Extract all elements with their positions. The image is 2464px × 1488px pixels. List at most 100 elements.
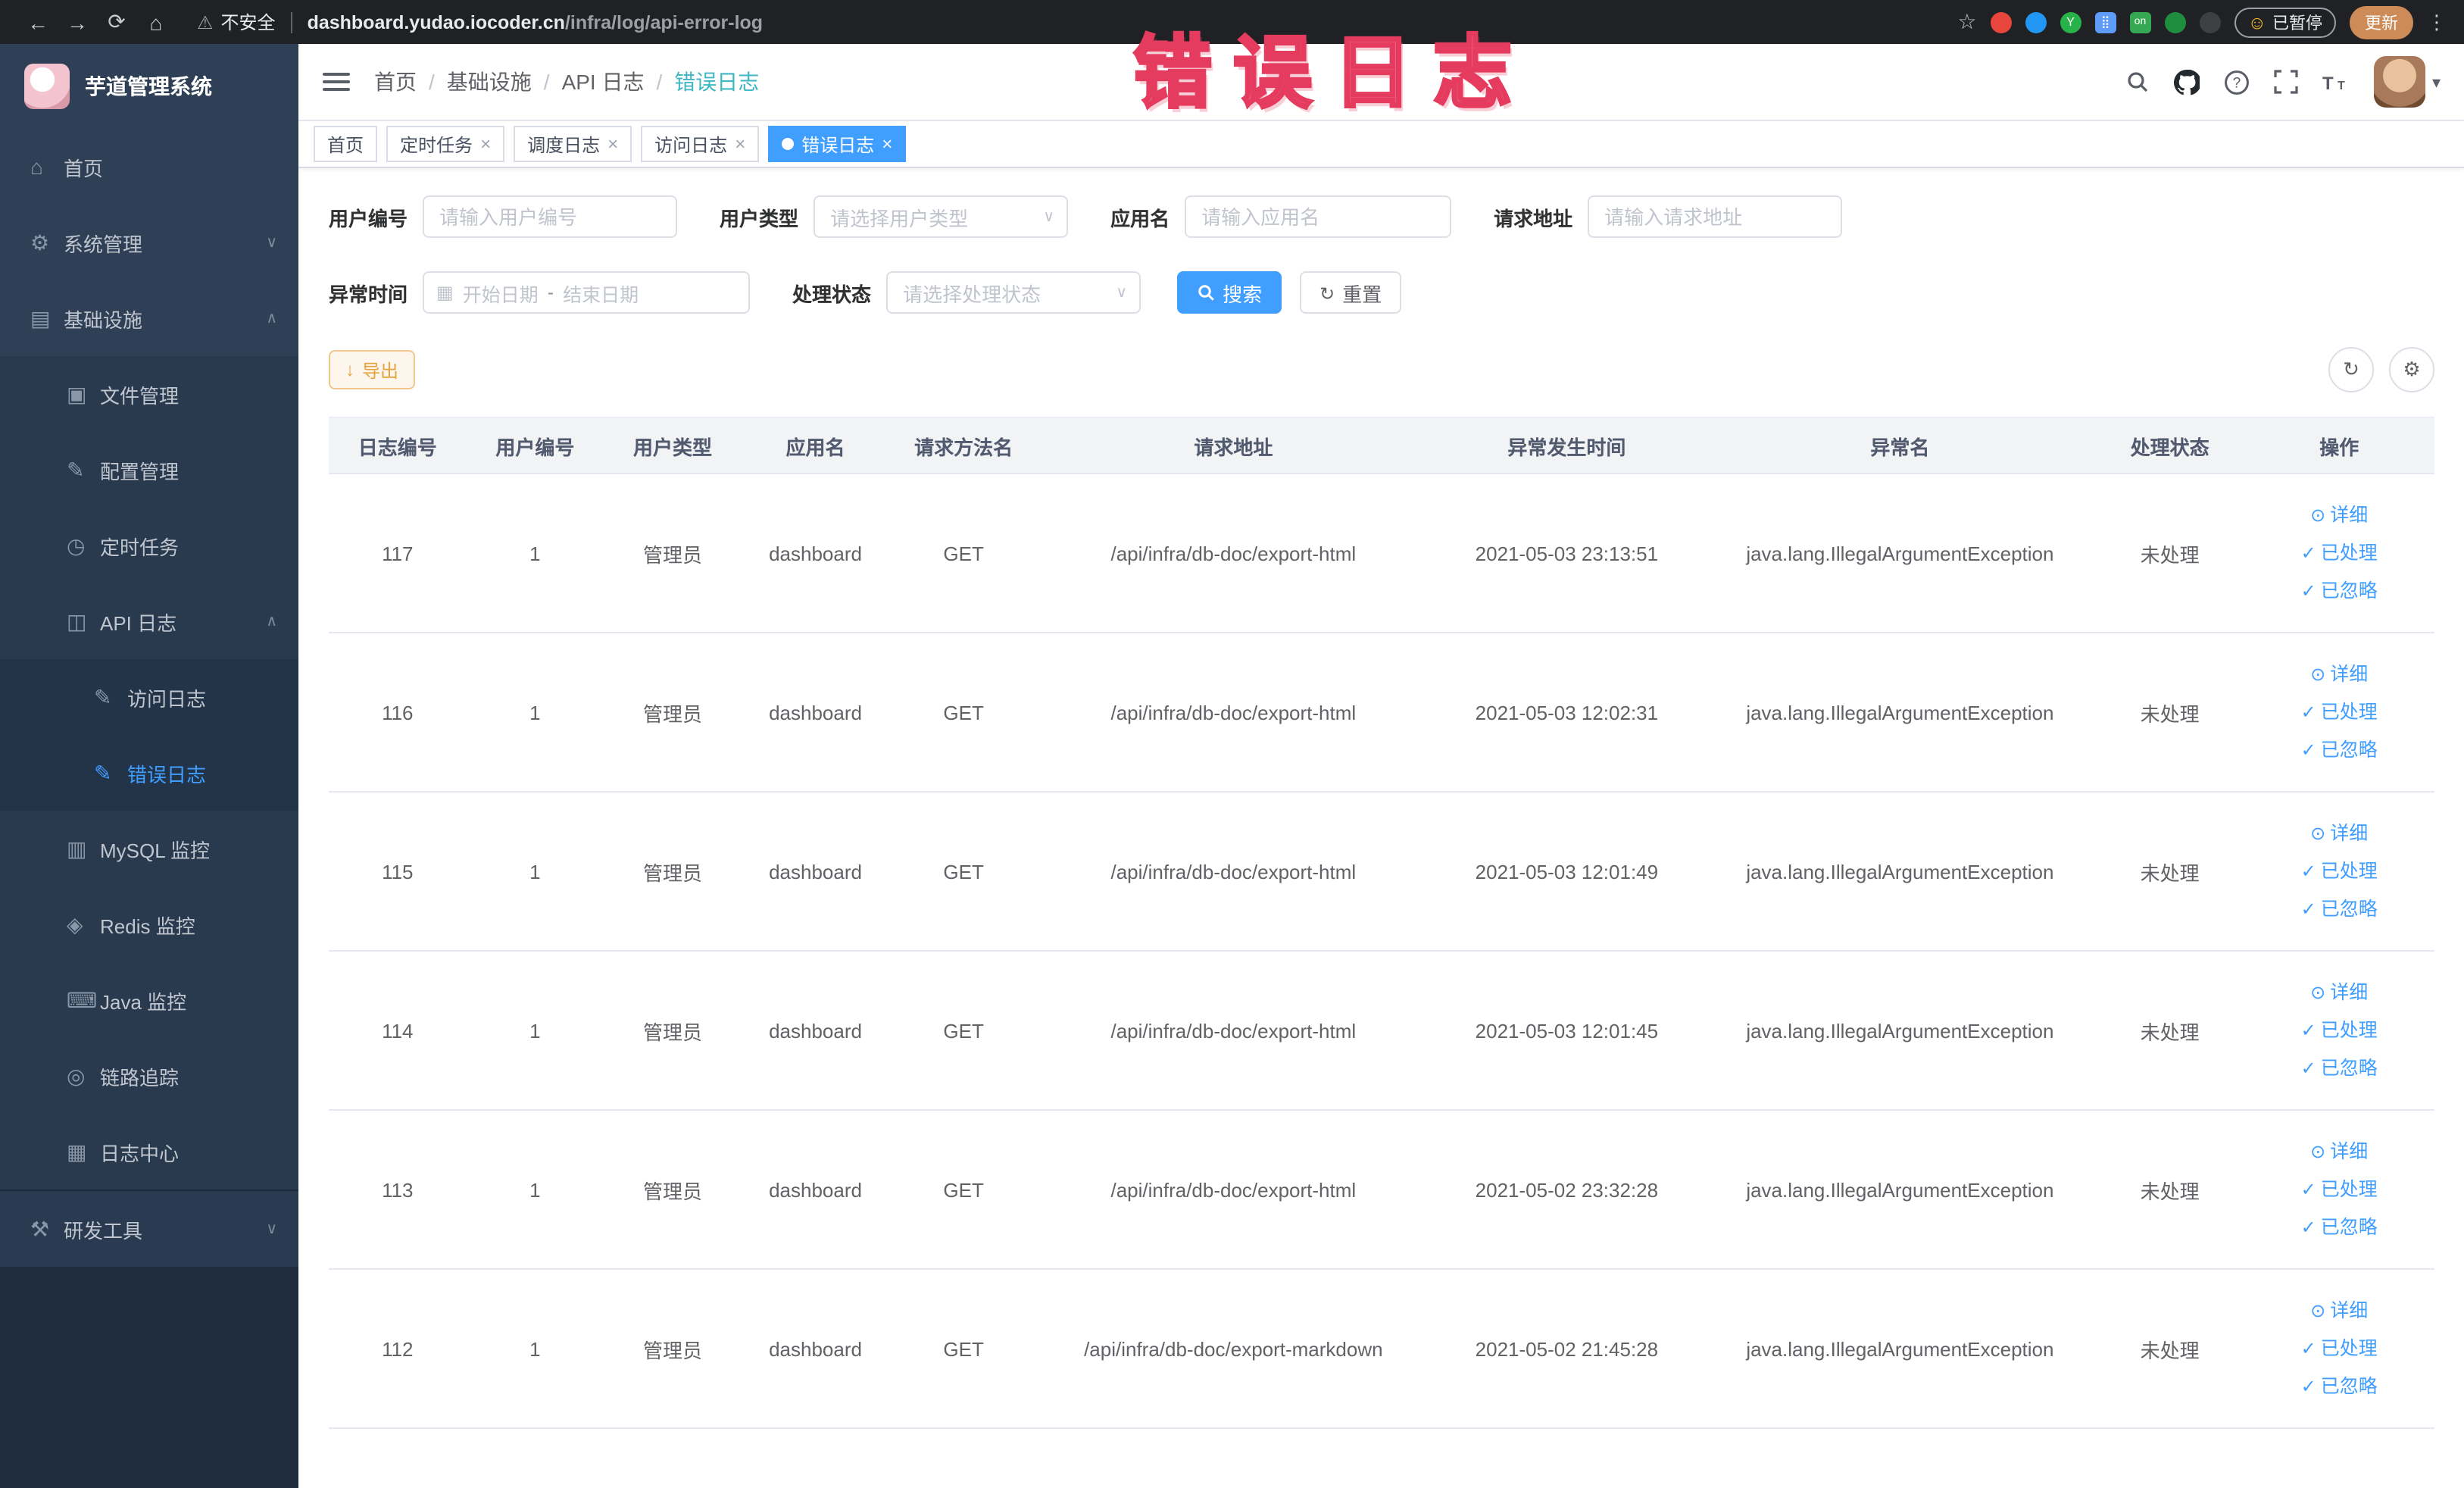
update-button[interactable]: 更新 (2350, 5, 2413, 39)
redis-icon (67, 911, 100, 937)
sidebar-item-infrastructure[interactable]: 基础设施 (0, 280, 298, 356)
sidebar-item-scheduled-jobs[interactable]: 定时任务 (0, 508, 298, 583)
sidebar-item-file-management[interactable]: 文件管理 (0, 356, 298, 432)
extension-icon[interactable]: ⣿ (2094, 11, 2116, 33)
extension-icon[interactable] (2025, 11, 2047, 33)
action-detail[interactable]: 详细 (2250, 496, 2428, 534)
action-ignored[interactable]: 已忽略 (2250, 1368, 2428, 1405)
font-size-icon[interactable]: TT (2323, 70, 2350, 93)
close-icon[interactable] (607, 133, 618, 155)
sidebar-item-dev-tools[interactable]: 研发工具 (0, 1191, 298, 1267)
action-ignored[interactable]: 已忽略 (2250, 731, 2428, 769)
action-ignored[interactable]: 已忽略 (2250, 1208, 2428, 1246)
action-processed[interactable]: 已处理 (2250, 1330, 2428, 1368)
exception-time-range-picker[interactable]: 开始日期 - 结束日期 (423, 271, 751, 314)
sidebar-item-config-management[interactable]: 配置管理 (0, 432, 298, 508)
reload-icon[interactable]: ⟳ (97, 9, 136, 35)
error-log-table: 日志编号 用户编号 用户类型 应用名 请求方法名 请求地址 异常发生时间 异常名 处理状态 操作 … (329, 417, 2434, 1429)
eye-icon (2310, 1140, 2330, 1161)
reset-button[interactable]: 重置 (1300, 271, 1402, 314)
action-detail[interactable]: 详细 (2250, 814, 2428, 852)
column-settings-button[interactable] (2389, 347, 2434, 392)
search-button[interactable]: 搜索 (1177, 271, 1282, 314)
sidebar-item-redis-monitor[interactable]: Redis 监控 (0, 886, 298, 962)
back-icon[interactable]: ← (18, 10, 58, 34)
tools-icon (30, 1216, 64, 1242)
chevron-down-icon (1116, 284, 1127, 301)
tab-access-log[interactable]: 访问日志 (641, 126, 760, 162)
close-icon[interactable] (480, 133, 491, 155)
sidebar-item-access-log[interactable]: 访问日志 (0, 659, 298, 735)
user-menu[interactable] (2374, 56, 2441, 108)
sidebar-item-system-management[interactable]: 系统管理 (0, 205, 298, 280)
user-id-input[interactable] (423, 195, 678, 238)
sidebar-item-mysql-monitor[interactable]: MySQL 监控 (0, 811, 298, 886)
breadcrumb-infrastructure[interactable]: 基础设施 (447, 67, 532, 97)
cell-exception-time: 2021-05-03 12:01:45 (1429, 951, 1704, 1111)
breadcrumb-api-log[interactable]: API 日志 (562, 67, 645, 97)
action-detail[interactable]: 详细 (2250, 1133, 2428, 1171)
tab-home[interactable]: 首页 (314, 126, 378, 162)
tab-schedule-log[interactable]: 调度日志 (514, 126, 632, 162)
sidebar-item-java-monitor[interactable]: Java 监控 (0, 962, 298, 1038)
extension-icon[interactable] (1990, 11, 2012, 33)
search-icon[interactable] (2126, 70, 2150, 94)
active-dot (782, 138, 795, 150)
close-icon[interactable] (882, 133, 892, 155)
hamburger-icon[interactable] (323, 73, 350, 91)
site-security[interactable]: 不安全 (197, 9, 276, 35)
table-row: 116 1 管理员 dashboard GET /api/infra/db-do… (329, 633, 2434, 792)
cell-exception-time: 2021-05-03 12:02:31 (1429, 633, 1704, 792)
help-icon[interactable]: ? (2225, 69, 2250, 95)
action-detail[interactable]: 详细 (2250, 1292, 2428, 1330)
extension-icon[interactable]: on (2129, 11, 2151, 33)
cell-exception-name: java.lang.IllegalArgumentException (1704, 633, 2096, 792)
action-ignored[interactable]: 已忽略 (2250, 1049, 2428, 1087)
cell-log-id: 115 (329, 792, 467, 952)
tab-scheduled-jobs[interactable]: 定时任务 (386, 126, 505, 162)
smiley-icon (2247, 11, 2266, 33)
close-icon[interactable] (735, 133, 745, 155)
action-ignored[interactable]: 已忽略 (2250, 572, 2428, 610)
paused-badge[interactable]: 已暂停 (2234, 7, 2336, 37)
cell-app-name: dashboard (741, 474, 890, 633)
check-icon (2301, 1375, 2321, 1396)
fullscreen-icon[interactable] (2275, 70, 2299, 94)
bookmark-star-icon[interactable] (1957, 9, 1976, 35)
action-processed[interactable]: 已处理 (2250, 852, 2428, 890)
extension-icon[interactable] (2199, 11, 2221, 33)
user-type-select[interactable]: 请选择用户类型 (814, 195, 1069, 238)
action-ignored[interactable]: 已忽略 (2250, 890, 2428, 928)
app-logo[interactable]: 芋道管理系统 (0, 44, 298, 129)
action-processed[interactable]: 已处理 (2250, 1171, 2428, 1208)
request-url-input[interactable] (1588, 195, 1843, 238)
breadcrumb-home[interactable]: 首页 (374, 67, 417, 97)
action-processed[interactable]: 已处理 (2250, 1011, 2428, 1049)
eye-icon (2310, 504, 2330, 525)
sidebar-item-log-center[interactable]: 日志中心 (0, 1114, 298, 1189)
refresh-table-button[interactable] (2328, 347, 2374, 392)
action-processed[interactable]: 已处理 (2250, 693, 2428, 731)
app-name-input[interactable] (1185, 195, 1452, 238)
extension-icon[interactable] (2164, 11, 2186, 33)
action-processed[interactable]: 已处理 (2250, 534, 2428, 572)
process-status-select[interactable]: 请选择处理状态 (886, 271, 1141, 314)
sidebar-item-home[interactable]: 首页 (0, 129, 298, 205)
export-button[interactable]: 导出 (329, 350, 416, 389)
column-header: 用户编号 (466, 417, 604, 474)
home-icon[interactable]: ⌂ (136, 10, 176, 34)
eye-icon (2310, 981, 2330, 1002)
address-bar[interactable]: dashboard.yudao.iocoder.cn/infra/log/api… (308, 11, 764, 33)
extension-icon[interactable]: Y (2060, 11, 2081, 33)
forward-icon[interactable]: → (58, 10, 97, 34)
browser-menu-icon[interactable] (2427, 10, 2447, 34)
tab-error-log[interactable]: 错误日志 (768, 126, 907, 162)
action-detail[interactable]: 详细 (2250, 655, 2428, 693)
github-icon[interactable] (2174, 69, 2200, 95)
column-header: 异常名 (1704, 417, 2096, 474)
action-detail[interactable]: 详细 (2250, 974, 2428, 1011)
sidebar-item-error-log[interactable]: 错误日志 (0, 735, 298, 811)
cell-status: 未处理 (2095, 633, 2244, 792)
sidebar-item-tracing[interactable]: 链路追踪 (0, 1038, 298, 1114)
sidebar-item-api-log[interactable]: API 日志 (0, 583, 298, 659)
